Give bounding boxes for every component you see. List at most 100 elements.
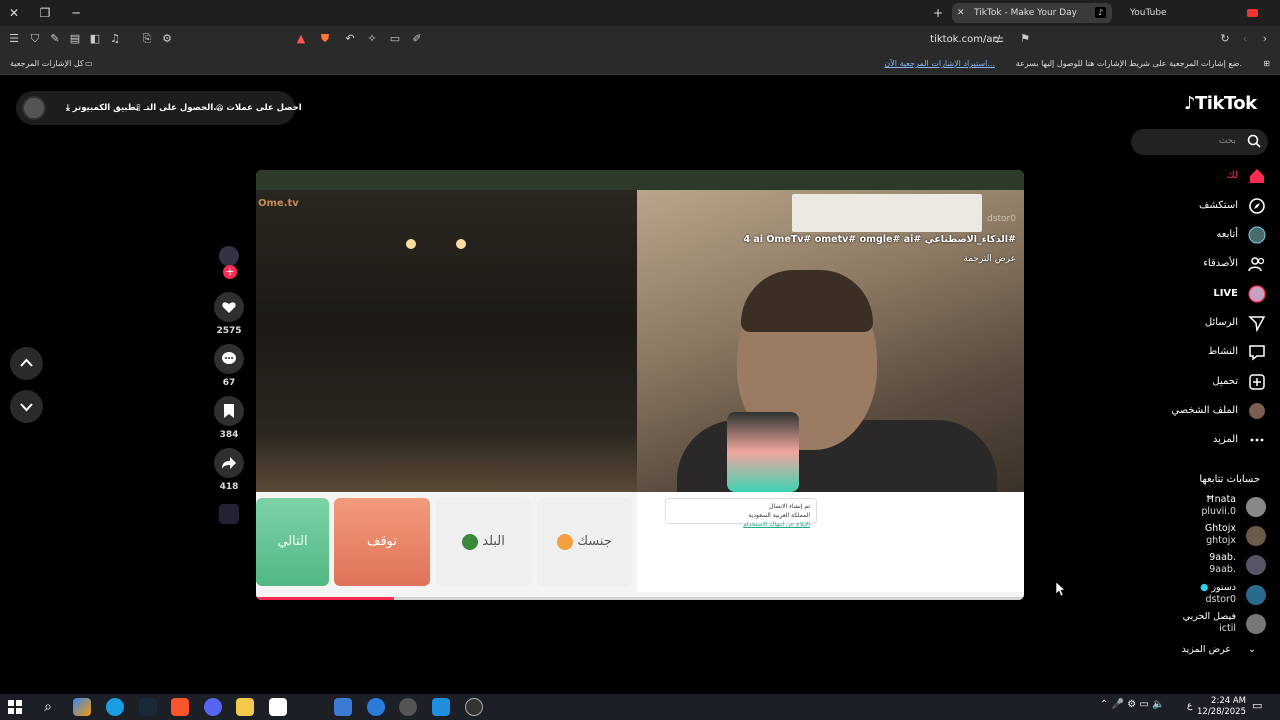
shield-icon[interactable]: ⛉ (28, 32, 42, 46)
comment-icon (222, 352, 236, 364)
all-bookmarks-label[interactable]: كل الإشارات المرجعية (10, 53, 84, 75)
comment-button[interactable]: 67 (214, 344, 244, 388)
nav-explore[interactable]: استكشف (1156, 196, 1266, 216)
store-icon[interactable] (269, 698, 287, 716)
compass-icon (1249, 198, 1265, 214)
music-icon[interactable]: ♫ (108, 32, 122, 46)
user-avatar[interactable] (22, 96, 46, 120)
ometv-controls: التالي توقف البلد جنسك تم إنشاء الاتصال … (256, 492, 1024, 600)
windows-start-icon[interactable] (6, 698, 24, 716)
account-item[interactable]: 9aab. 9aab. (1146, 552, 1266, 578)
video-author[interactable]: dstor0 (987, 214, 1016, 224)
air-conditioner (792, 194, 982, 232)
file-explorer-icon[interactable] (236, 698, 254, 716)
copilot-icon[interactable] (73, 698, 91, 716)
nav-for-you[interactable]: لك (1156, 166, 1266, 186)
video-progress-bar[interactable] (256, 597, 1024, 600)
edge-icon[interactable] (106, 698, 124, 716)
pen-icon[interactable]: ✐ (410, 32, 424, 46)
mouse-cursor (1056, 582, 1066, 596)
search-icon[interactable] (1247, 134, 1261, 148)
notification-icon[interactable]: ▭ (1252, 699, 1262, 712)
see-more-button[interactable]: عرض المزيد ⌄ (1182, 644, 1256, 655)
previous-video-button[interactable] (10, 347, 43, 380)
tray-icons[interactable]: ⌃ 🎤 ⚙ ▭ 🔈 (1100, 699, 1164, 710)
app-icon[interactable] (334, 698, 352, 716)
nav-live[interactable]: LIVE (1156, 284, 1266, 304)
tab-youtube[interactable]: YouTube (1112, 3, 1258, 23)
screenshot-icon[interactable]: ⎘ (140, 32, 154, 46)
discord-icon[interactable] (204, 698, 222, 716)
tiktok-tab-icon: ♪ (1095, 7, 1106, 18)
creator-avatar[interactable] (219, 246, 239, 266)
app-icon[interactable] (465, 698, 483, 716)
brave-shield-icon[interactable]: ⛊ (318, 32, 332, 46)
see-translation-link[interactable]: عرض الترجمة (963, 254, 1016, 264)
windows-taskbar: ⌕ ⌃ 🎤 ⚙ ▭ 🔈 ع 2:24 AM 12/28/2025 ▭ (0, 694, 1280, 720)
undo-icon[interactable]: ↶ (343, 32, 357, 46)
nav-label: استكشف (1199, 200, 1238, 211)
close-window-icon[interactable]: ✕ (6, 5, 22, 21)
site-settings-icon[interactable]: ⚌ (992, 32, 1006, 46)
desktop-app-button[interactable]: ⤓ تطبيق الكمبيوتر (66, 101, 139, 115)
save-button[interactable]: 384 (214, 396, 244, 440)
search-input[interactable]: بحث (1131, 129, 1268, 155)
app-icon[interactable] (432, 698, 450, 716)
account-item[interactable]: فيصل الحربي ictil (1146, 611, 1266, 637)
tabs-icon[interactable]: ▤ (68, 32, 82, 46)
nav-activity[interactable]: النشاط (1156, 342, 1266, 362)
app-icon[interactable] (399, 698, 417, 716)
input-language[interactable]: ع (1187, 701, 1192, 711)
apps-icon[interactable]: ⊞ (1263, 53, 1270, 75)
forward-icon[interactable]: ‹ (1238, 32, 1252, 46)
tiktok-logo[interactable]: ♪TikTok (1184, 93, 1257, 114)
back-icon[interactable]: › (1258, 32, 1272, 46)
tab-tiktok[interactable]: ✕ TikTok - Make Your Day ♪ (952, 3, 1112, 23)
nav-label: الملف الشخصي (1171, 405, 1238, 416)
brave-rewards-icon[interactable]: ▲ (294, 32, 308, 46)
video-player[interactable]: Ome.tv التالي توقف البلد جنسك تم إنشاء ا… (256, 170, 1024, 600)
close-tab-icon[interactable]: ✕ (957, 3, 965, 23)
top-actions-pill: ⤓ تطبيق الكمبيوتر ▯ الحصول على التـ... ◎… (16, 91, 302, 125)
minimize-window-icon[interactable]: ─ (68, 5, 84, 21)
sidebar-icon[interactable]: ◧ (88, 32, 102, 46)
menu-icon[interactable]: ☰ (7, 32, 21, 46)
app-icon[interactable] (367, 698, 385, 716)
get-coins-button[interactable]: ◎ احصل على عملات (216, 101, 302, 115)
nav-friends[interactable]: الأصدقاء (1156, 254, 1266, 274)
account-item[interactable]: ● دستور dstor0 (1146, 582, 1266, 608)
system-clock[interactable]: 2:24 AM 12/28/2025 (1196, 696, 1246, 718)
address-bar[interactable]: tiktok.com/ar/ (900, 31, 1000, 48)
ometv-stop-button: توقف (334, 498, 430, 586)
next-video-button[interactable] (10, 390, 43, 423)
new-tab-icon[interactable]: + (930, 5, 946, 21)
follow-plus-icon[interactable]: + (223, 265, 237, 279)
like-button[interactable]: 2575 (214, 292, 244, 336)
nav-upload[interactable]: تحميل (1156, 372, 1266, 392)
nav-messages[interactable]: الرسائل (1156, 313, 1266, 333)
progress-fill (256, 597, 395, 600)
cast-icon[interactable]: ▭ (388, 32, 402, 46)
nav-more[interactable]: المزيد (1156, 430, 1266, 450)
puzzle-icon[interactable]: ⚙ (160, 32, 174, 46)
nav-label: النشاط (1207, 346, 1238, 357)
account-item[interactable]: Ħnata pluvii.0 (1146, 494, 1266, 520)
search-icon[interactable]: ⌕ (39, 698, 57, 716)
steam-icon[interactable] (139, 698, 157, 716)
get-app-button[interactable]: ▯ الحصول على التـ... (136, 101, 223, 115)
extensions-icon[interactable]: ✎ (48, 32, 62, 46)
restore-window-icon[interactable]: ❐ (37, 5, 53, 21)
brave-icon[interactable] (171, 698, 189, 716)
reload-icon[interactable]: ↻ (1218, 32, 1232, 46)
music-disc-icon[interactable] (219, 504, 239, 524)
wand-icon[interactable]: ✧ (365, 32, 379, 46)
bookmark-icon[interactable]: ⚑ (1018, 32, 1032, 46)
live-icon (1248, 285, 1266, 303)
account-item[interactable]: Ghtojx ghtojx (1146, 523, 1266, 549)
country-label: البلد (482, 534, 505, 549)
share-button[interactable]: 418 (214, 448, 244, 492)
coin-icon: ◎ (216, 103, 227, 113)
import-bookmarks-link[interactable]: استيراد الإشارات المرجعية الآن... (884, 53, 995, 75)
nav-profile[interactable]: الملف الشخصي (1156, 401, 1266, 421)
nav-following[interactable]: أتابعه (1156, 225, 1266, 245)
